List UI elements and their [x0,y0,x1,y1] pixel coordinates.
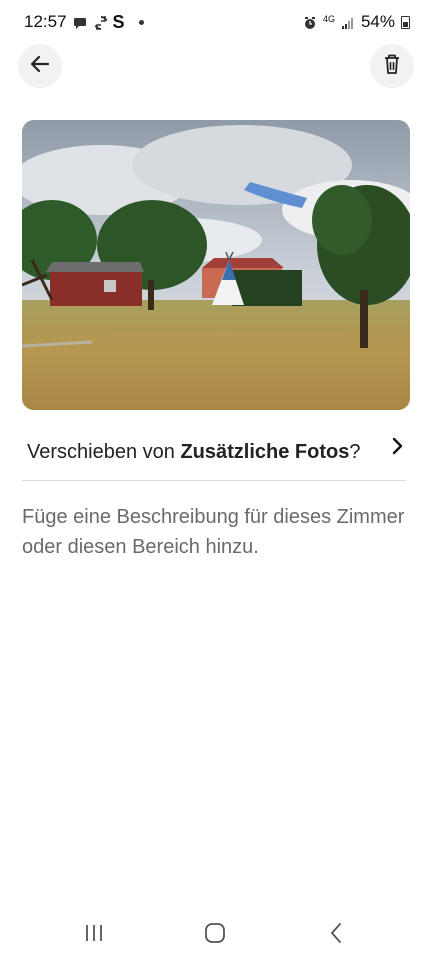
move-target: Zusätzliche Fotos [180,440,350,463]
divider [22,480,406,481]
back-button[interactable] [18,44,62,88]
room-photo[interactable] [22,120,410,410]
status-bar: 12:57 S 4G 54% [0,0,432,44]
chevron-right-icon [390,436,406,461]
move-to-category-row[interactable]: Verschieben von Zusätzliche Fotos? [22,432,410,472]
photo-illustration [22,120,410,410]
move-suffix: ? [349,440,361,463]
description-field[interactable]: Füge eine Beschreibung für dieses Zimmer… [22,502,410,562]
battery-icon [401,15,410,29]
delete-button[interactable] [370,44,414,88]
s-app-icon: S [112,12,125,32]
move-label: Verschieben von Zusätzliche Fotos? [22,441,360,464]
signal-icon [341,15,355,29]
arrow-left-icon [29,53,51,80]
chat-bubble-icon [73,15,87,29]
network-label: 4G [322,13,335,24]
home-icon[interactable] [204,922,226,949]
alarm-icon [303,15,317,29]
recent-apps-icon[interactable] [84,922,104,949]
back-chevron-icon[interactable] [328,922,344,949]
sync-icon [93,15,107,30]
status-right: 4G 54% [303,12,410,32]
battery-text: 54% [360,12,395,31]
trash-icon [382,53,402,80]
system-nav-bar [0,910,432,960]
status-left: 12:57 S [24,12,144,32]
move-prefix: Verschieben von [27,440,181,463]
status-time: 12:57 [24,12,67,31]
notification-dot [138,19,144,25]
